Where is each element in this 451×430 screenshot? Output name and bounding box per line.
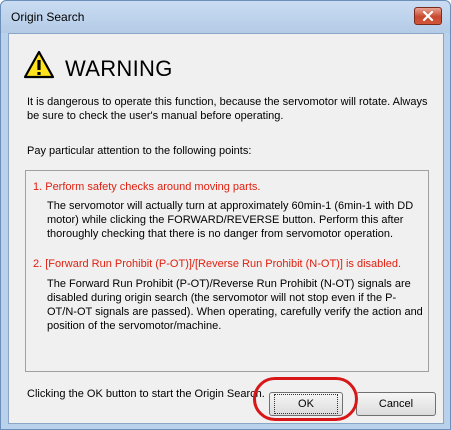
points-panel: 1. Perform safety checks around moving p… <box>25 170 429 372</box>
window-title: Origin Search <box>11 10 85 24</box>
ok-highlight-circle <box>253 377 358 421</box>
points-heading: Pay particular attention to the followin… <box>27 145 252 157</box>
point-1-body: The servomotor will actually turn at app… <box>47 200 414 240</box>
point-2-title: 2. [Forward Run Prohibit (P-OT)]/[Revers… <box>33 258 402 270</box>
warning-triangle-icon <box>23 50 55 79</box>
point-2-body: The Forward Run Prohibit (P-OT)/Reverse … <box>47 278 423 332</box>
point-1-title: 1. Perform safety checks around moving p… <box>33 181 261 193</box>
close-button[interactable] <box>414 7 442 25</box>
close-icon <box>422 11 434 21</box>
cancel-label: Cancel <box>378 398 414 410</box>
warning-heading: WARNING <box>65 56 173 81</box>
cancel-button[interactable]: Cancel <box>356 392 436 416</box>
origin-search-dialog: Origin Search WARNING It is dangerous to… <box>0 0 451 430</box>
dialog-body: WARNING It is dangerous to operate this … <box>8 33 444 424</box>
footer-instruction: Clicking the OK button to start the Orig… <box>27 388 265 400</box>
warning-intro: It is dangerous to operate this function… <box>27 96 428 122</box>
title-bar[interactable]: Origin Search <box>1 1 450 33</box>
